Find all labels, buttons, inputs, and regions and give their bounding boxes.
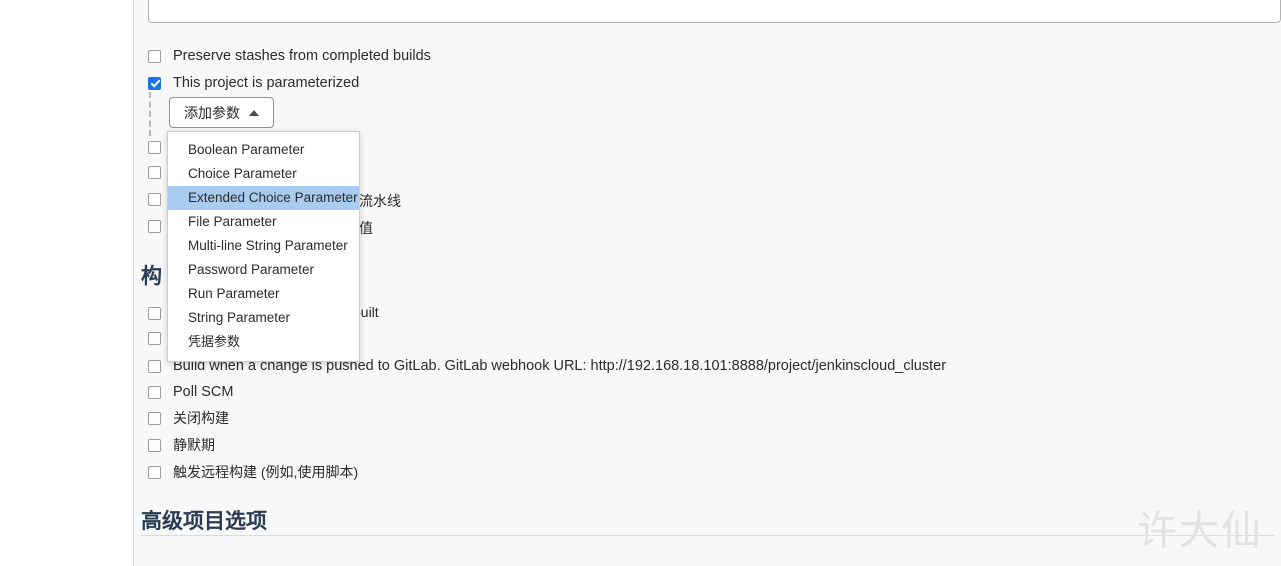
dropdown-item-run-parameter[interactable]: Run Parameter xyxy=(168,282,359,306)
description-textarea[interactable] xyxy=(148,0,1281,23)
checkbox-obscured-1[interactable] xyxy=(148,140,161,154)
dropdown-item-credentials-parameter[interactable]: 凭据参数 xyxy=(168,330,359,354)
obscured-label-value: 值 xyxy=(359,220,373,236)
dropdown-item-choice-parameter[interactable]: Choice Parameter xyxy=(168,162,359,186)
add-parameter-button-label: 添加参数 xyxy=(184,104,240,121)
trigger-row-quiet-period[interactable]: 静默期 xyxy=(148,434,215,456)
dropdown-item-boolean-parameter[interactable]: Boolean Parameter xyxy=(168,138,359,162)
page-root: Preserve stashes from completed builds T… xyxy=(0,0,1281,566)
dropdown-item-string-parameter[interactable]: String Parameter xyxy=(168,306,359,330)
trigger-row-poll-scm[interactable]: Poll SCM xyxy=(148,381,233,403)
checkbox-disable-build[interactable] xyxy=(148,411,161,425)
checkbox-build-after-other-projects[interactable] xyxy=(148,306,161,320)
trigger-label-disable-build: 关闭构建 xyxy=(173,410,229,426)
checkbox-obscured-2[interactable] xyxy=(148,165,161,179)
page-watermark: 许大仙 xyxy=(1137,508,1263,554)
trigger-row-remote-trigger[interactable]: 触发远程构建 (例如,使用脚本) xyxy=(148,461,358,483)
trigger-label-poll-scm: Poll SCM xyxy=(173,383,234,400)
caret-up-icon xyxy=(249,109,259,116)
job-config-form: Preserve stashes from completed builds T… xyxy=(135,0,1281,566)
dropdown-item-password-parameter[interactable]: Password Parameter xyxy=(168,258,359,282)
checkbox-row-preserve-stashes[interactable]: Preserve stashes from completed builds xyxy=(148,45,431,67)
trigger-label-quiet-period: 静默期 xyxy=(173,437,215,453)
obscured-label-pipeline: 流水线 xyxy=(359,193,401,209)
checkbox-preserve-stashes[interactable] xyxy=(148,49,161,63)
checkbox-project-parameterized[interactable] xyxy=(148,76,161,90)
trigger-row-disable-build[interactable]: 关闭构建 xyxy=(148,407,229,429)
form-guide-line xyxy=(149,92,151,136)
dropdown-item-multiline-string-parameter[interactable]: Multi-line String Parameter xyxy=(168,234,359,258)
checkbox-poll-scm[interactable] xyxy=(148,385,161,399)
add-parameter-button[interactable]: 添加参数 xyxy=(169,97,274,128)
left-gutter xyxy=(0,0,134,566)
dropdown-item-file-parameter[interactable]: File Parameter xyxy=(168,210,359,234)
checkbox-label-preserve-stashes: Preserve stashes from completed builds xyxy=(173,47,431,64)
dropdown-item-extended-choice-parameter[interactable]: Extended Choice Parameter xyxy=(168,186,359,210)
build-triggers-heading: 构 xyxy=(141,265,162,288)
checkbox-obscured-3[interactable] xyxy=(148,192,161,206)
trigger-label-remote-trigger: 触发远程构建 (例如,使用脚本) xyxy=(173,464,359,480)
checkbox-build-periodically[interactable] xyxy=(148,331,161,345)
checkbox-row-parameterized[interactable]: This project is parameterized xyxy=(148,72,359,94)
advanced-options-heading: 高级项目选项 xyxy=(141,510,267,533)
advanced-options-divider xyxy=(141,535,1274,536)
checkbox-remote-trigger[interactable] xyxy=(148,465,161,479)
checkbox-quiet-period[interactable] xyxy=(148,438,161,452)
checkbox-gitlab-webhook[interactable] xyxy=(148,359,161,373)
parameter-type-dropdown[interactable]: Boolean Parameter Choice Parameter Exten… xyxy=(167,131,360,362)
checkbox-obscured-4[interactable] xyxy=(148,219,161,233)
checkbox-label-parameterized: This project is parameterized xyxy=(173,74,360,91)
